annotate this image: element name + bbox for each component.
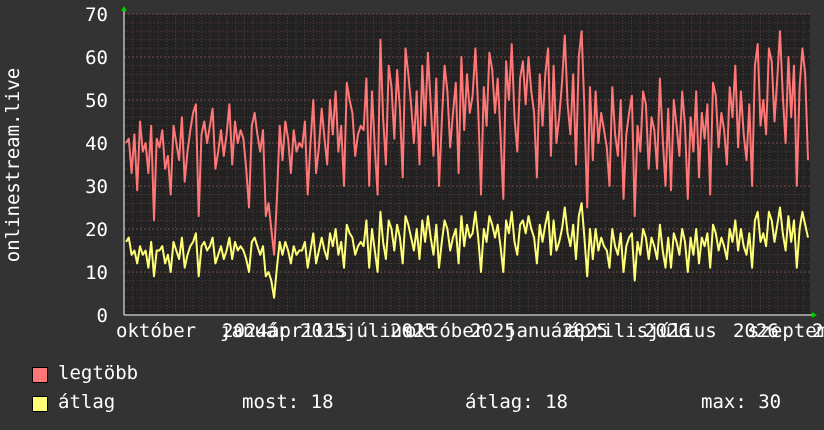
y-tick-label: 70 <box>85 4 108 26</box>
legend-label-max: legtöbb <box>58 362 139 384</box>
y-tick-label: 50 <box>85 90 108 112</box>
legend-label-avg: átlag <box>58 391 116 413</box>
stat-now: most: 18 <box>242 391 334 413</box>
stat-average: átlag: 18 <box>465 391 568 413</box>
y-tick-label: 10 <box>85 262 108 284</box>
y-tick-labels: 0 10 20 30 40 50 60 70 <box>85 4 108 327</box>
y-tick-label: 20 <box>85 219 108 241</box>
x-tick-label: július <box>648 320 717 342</box>
y-axis-label: onlinestream.live <box>2 68 24 262</box>
y-tick-label: 60 <box>85 47 108 69</box>
x-tick-label: október <box>116 320 196 342</box>
legend-swatch-max <box>32 367 48 383</box>
y-tick-label: 0 <box>97 305 108 327</box>
y-tick-label: 40 <box>85 133 108 155</box>
y-tick-label: 30 <box>85 176 108 198</box>
legend-swatch-avg <box>32 396 48 412</box>
x-tick-label: 2025 <box>300 320 346 342</box>
x-tick-label: április <box>568 320 648 342</box>
stat-max: max: 30 <box>701 391 782 413</box>
x-axis-arrow <box>812 312 817 318</box>
x-tick-labels: október 2024januáráprilis2025 július2025ok… <box>116 320 824 342</box>
x-tick-label: 2026 <box>812 320 824 342</box>
y-axis-arrow <box>121 6 127 11</box>
